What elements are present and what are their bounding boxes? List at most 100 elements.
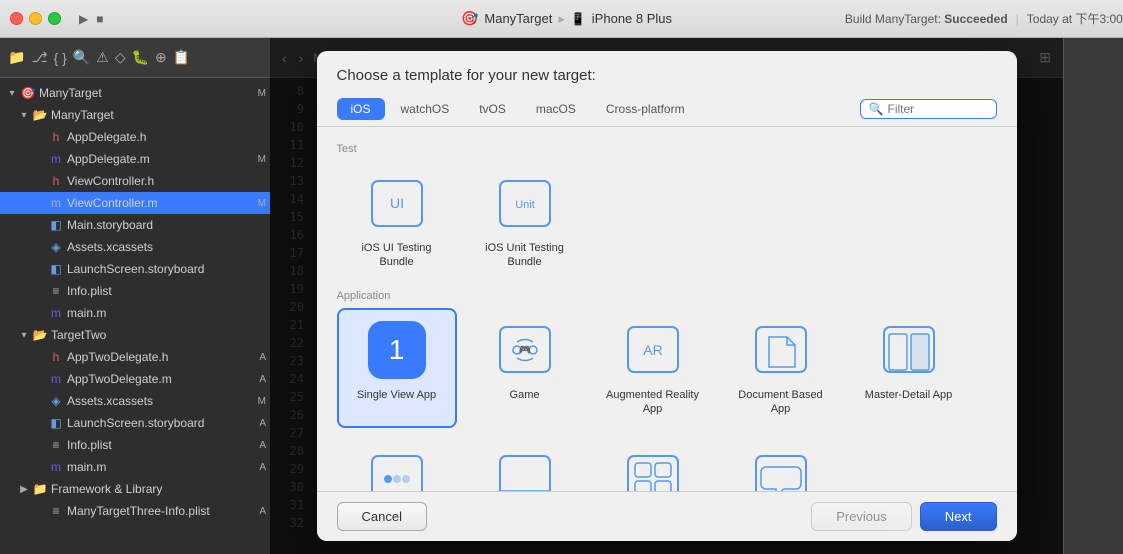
template-imessage[interactable]: iMessage App [721, 436, 841, 491]
master-detail-icon [874, 320, 944, 380]
sidebar-item-viewcontroller-h[interactable]: h ViewController.h [0, 170, 270, 192]
close-button[interactable] [10, 12, 23, 25]
products-icon: 📁 [32, 482, 48, 496]
template-game[interactable]: 🎮 Game [465, 308, 585, 429]
previous-button[interactable]: Previous [811, 502, 912, 531]
single-view-icon: 1 [362, 320, 432, 380]
tab-crossplatform[interactable]: Cross-platform [592, 98, 699, 120]
report-icon[interactable]: 📋 [173, 49, 190, 66]
m-file3-icon: m [48, 372, 64, 386]
sidebar-item-main-m[interactable]: m main.m [0, 302, 270, 324]
modal-header: Choose a template for your new target: [317, 51, 1017, 92]
storyboard-icon: ◧ [48, 218, 64, 232]
run-button[interactable]: ▶ [79, 12, 88, 26]
tab-macos[interactable]: macOS [522, 98, 590, 120]
sidebar-root[interactable]: ▾ 🎯 ManyTarget M [0, 82, 270, 104]
tab-watchos[interactable]: watchOS [387, 98, 464, 120]
page-based-icon [362, 448, 432, 491]
editor-area: ‹ › ManyTarget ▸ ViewController.m ⊞ 8910… [270, 38, 1063, 554]
document-icon [746, 320, 816, 380]
sidebar-item-assets2[interactable]: ◈ Assets.xcassets M [0, 390, 270, 412]
right-panel [1063, 38, 1123, 554]
sidebar-item-appdelegate-m[interactable]: m AppDelegate.m M [0, 148, 270, 170]
modal-footer: Cancel Previous Next [317, 491, 1017, 541]
tabbed-icon [490, 448, 560, 491]
svg-text:UI: UI [390, 195, 404, 211]
fullscreen-button[interactable] [48, 12, 61, 25]
application-section-header: Application [337, 290, 997, 302]
template-document[interactable]: Document Based App [721, 308, 841, 429]
h-file2-icon: h [48, 174, 64, 188]
sidebar-group-products[interactable]: ▶ 📁 Framework & Library [0, 478, 270, 500]
filter-box: 🔍 [860, 99, 997, 119]
sidebar-item-appdelegate-h[interactable]: h AppDelegate.h [0, 126, 270, 148]
template-ios-unit-testing[interactable]: Unit iOS Unit Testing Bundle [465, 161, 585, 282]
filter-input[interactable] [888, 102, 988, 116]
h-file-icon: h [48, 130, 64, 144]
sidebar-item-launch2[interactable]: ◧ LaunchScreen.storyboard A [0, 412, 270, 434]
sidebar-group-manytarget[interactable]: ▾ 📂 ManyTarget [0, 104, 270, 126]
tab-bar: iOS watchOS tvOS macOS Cross-platform 🔍 [317, 92, 1017, 127]
debug-icon[interactable]: 🐛 [132, 49, 149, 66]
imessage-icon [746, 448, 816, 491]
sidebar-item-main2[interactable]: m main.m A [0, 456, 270, 478]
cancel-button[interactable]: Cancel [337, 502, 427, 531]
build-time: Today at 下午3:00 [1027, 10, 1123, 27]
template-page-based[interactable]: Page-Based App [337, 436, 457, 491]
mainm2-icon: m [48, 460, 64, 474]
template-chooser-modal: Choose a template for your new target: i… [317, 51, 1017, 541]
sidebar-item-infoplist3[interactable]: ≡ ManyTargetThree-Info.plist A [0, 500, 270, 522]
sidebar-item-apptwodelegate-m[interactable]: m AppTwoDelegate.m A [0, 368, 270, 390]
document-label: Document Based App [731, 388, 831, 417]
sidebar-item-assets[interactable]: ◈ Assets.xcassets [0, 236, 270, 258]
tab-ios[interactable]: iOS [337, 98, 385, 120]
filter-icon: 🔍 [869, 102, 884, 116]
test-icon[interactable]: ◇ [115, 49, 126, 66]
ui-testing-icon: UI [362, 173, 432, 233]
sidebar-item-launch-storyboard[interactable]: ◧ LaunchScreen.storyboard [0, 258, 270, 280]
sidebar-group-targettwo[interactable]: ▾ 📂 TargetTwo [0, 324, 270, 346]
tab-tvos[interactable]: tvOS [465, 98, 520, 120]
launch2-icon: ◧ [48, 416, 64, 430]
sidebar-item-info-plist[interactable]: ≡ Info.plist [0, 280, 270, 302]
traffic-lights [10, 12, 61, 25]
template-master-detail[interactable]: Master-Detail App [849, 308, 969, 429]
template-tabbed[interactable]: Tabbed App [465, 436, 585, 491]
sticker-icon [618, 448, 688, 491]
sidebar-item-apptwodelegate-h[interactable]: h AppTwoDelegate.h A [0, 346, 270, 368]
sidebar-item-main-storyboard[interactable]: ◧ Main.storyboard [0, 214, 270, 236]
title-arrow: ▸ [558, 11, 565, 27]
next-button[interactable]: Next [920, 502, 997, 531]
app-icon: 🎯 [461, 10, 478, 27]
svg-text:🎮: 🎮 [518, 345, 530, 356]
m-file-icon: m [48, 152, 64, 166]
sidebar-item-viewcontroller-m[interactable]: m ViewController.m M [0, 192, 270, 214]
app-title: ManyTarget [484, 11, 552, 26]
m-file2-icon: m [48, 196, 64, 210]
search-sidebar-icon[interactable]: 🔍 [73, 49, 90, 66]
git-icon[interactable]: ⎇ [31, 49, 47, 66]
footer-right: Previous Next [811, 502, 996, 531]
sidebar-content: ▾ 🎯 ManyTarget M ▾ 📂 ManyTarget h AppDel… [0, 78, 270, 554]
titlebar-right: Build ManyTarget: Succeeded | Today at 下… [845, 10, 1123, 27]
breakpoint-icon[interactable]: ⊕ [155, 49, 167, 66]
template-ar[interactable]: AR Augmented Reality App [593, 308, 713, 429]
svg-text:AR: AR [643, 342, 662, 358]
ar-icon: AR [618, 320, 688, 380]
titlebar: ▶ ■ 🎯 ManyTarget ▸ 📱 iPhone 8 Plus Build… [0, 0, 1123, 38]
minimize-button[interactable] [29, 12, 42, 25]
sidebar-item-info2[interactable]: ≡ Info.plist A [0, 434, 270, 456]
symbol-icon[interactable]: { } [54, 50, 67, 66]
test-grid: UI iOS UI Testing Bundle Unit [337, 161, 997, 282]
stop-button[interactable]: ■ [96, 12, 103, 26]
modal-overlay: Choose a template for your new target: i… [270, 38, 1063, 554]
h-file3-icon: h [48, 350, 64, 364]
folder-yellow2-icon: 📂 [32, 328, 48, 342]
folder-icon[interactable]: 📁 [8, 49, 25, 66]
template-ios-ui-testing[interactable]: UI iOS UI Testing Bundle [337, 161, 457, 282]
products-label: Framework & Library [51, 482, 266, 496]
template-single-view[interactable]: 1 Single View App [337, 308, 457, 429]
ui-testing-label: iOS UI Testing Bundle [347, 241, 447, 270]
template-sticker[interactable]: Sticker Pack App [593, 436, 713, 491]
warning-icon[interactable]: ⚠ [96, 49, 109, 66]
